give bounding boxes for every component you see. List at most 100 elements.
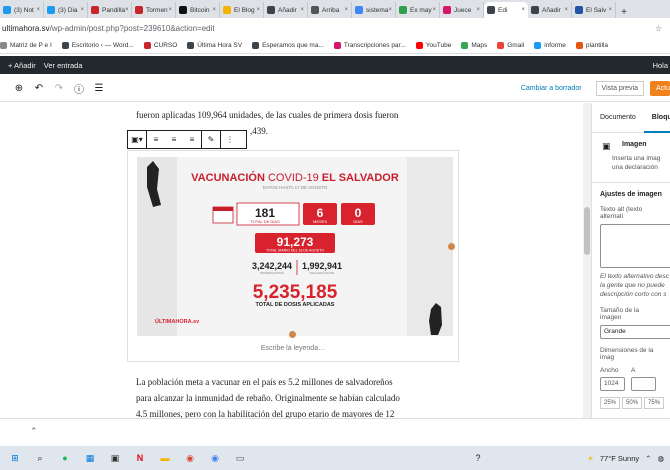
weather-text[interactable]: 77°F Sunny bbox=[600, 454, 639, 463]
browser-tab[interactable]: El Blog × bbox=[220, 2, 264, 18]
size-percent-buttons: 25% 50% 75% bbox=[592, 397, 670, 409]
percent-25-button[interactable]: 25% bbox=[600, 397, 621, 409]
folder-icon[interactable]: ▬ bbox=[155, 450, 175, 466]
browser-tab[interactable]: Edi × bbox=[484, 2, 528, 18]
tray-chevron-icon[interactable]: ⌃ bbox=[645, 454, 651, 463]
netflix-icon[interactable]: N bbox=[130, 450, 150, 466]
info-icon[interactable]: ⓘ bbox=[70, 81, 88, 96]
image-block[interactable]: VACUNACIÓN COVID-19 EL SALVADOR DATOS HA… bbox=[127, 150, 459, 362]
bookmark-label: Maps bbox=[471, 42, 488, 49]
resize-handle-bottom[interactable] bbox=[289, 331, 296, 338]
browser-tab[interactable]: Bitcoin × bbox=[176, 2, 220, 18]
scrollbar-thumb[interactable] bbox=[584, 207, 590, 255]
windows-start-icon[interactable]: ⊞ bbox=[5, 450, 25, 466]
preview-button[interactable]: Vista previa bbox=[595, 81, 644, 96]
alt-text-field[interactable] bbox=[600, 224, 670, 268]
tab-close-icon[interactable]: × bbox=[608, 7, 612, 13]
update-button[interactable]: Actu bbox=[650, 81, 670, 96]
align-left-icon[interactable]: ≡ bbox=[147, 135, 165, 144]
tab-close-icon[interactable]: × bbox=[168, 7, 172, 13]
months-label: MESES bbox=[313, 219, 327, 224]
bookmark-item[interactable]: Gmail bbox=[497, 42, 524, 49]
percent-75-button[interactable]: 75% bbox=[644, 397, 665, 409]
spotify-icon[interactable]: ● bbox=[55, 450, 75, 466]
image-block-type-icon[interactable]: ▣▾ bbox=[128, 135, 146, 144]
network-icon[interactable]: ◍ bbox=[657, 454, 664, 463]
tab-close-icon[interactable]: × bbox=[36, 7, 40, 13]
browser-tab[interactable]: Ex may × bbox=[396, 2, 440, 18]
percent-50-button[interactable]: 50% bbox=[622, 397, 643, 409]
image-size-select[interactable]: Grande bbox=[600, 325, 670, 339]
add-new-link[interactable]: + Añadir bbox=[8, 61, 36, 70]
bookmark-item[interactable]: Matriz de P e I bbox=[0, 42, 52, 49]
browser-tab[interactable]: (3) Dia × bbox=[44, 2, 88, 18]
tab-close-icon[interactable]: × bbox=[521, 7, 525, 13]
browser-tab[interactable]: El Salv × bbox=[572, 2, 616, 18]
tab-close-icon[interactable]: × bbox=[256, 7, 260, 13]
calendar-icon[interactable]: ▦ bbox=[80, 450, 100, 466]
tab-document[interactable]: Documento bbox=[592, 103, 644, 133]
editor-scrollbar[interactable] bbox=[583, 103, 591, 418]
width-input[interactable]: 1024 bbox=[600, 377, 625, 391]
bookmark-item[interactable]: plantilla bbox=[575, 42, 608, 49]
howdy-user[interactable]: Hola bbox=[653, 61, 668, 70]
tab-close-icon[interactable]: × bbox=[432, 7, 436, 13]
paragraph-2[interactable]: La población meta a vacunar en el país e… bbox=[136, 374, 456, 422]
tab-close-icon[interactable]: × bbox=[388, 7, 392, 13]
screen-capture-icon[interactable]: ▭ bbox=[230, 450, 250, 466]
browser-tab[interactable]: Añadir × bbox=[528, 2, 572, 18]
view-post-link[interactable]: Ver entrada bbox=[44, 61, 83, 70]
browser-tab[interactable]: Tormen × bbox=[132, 2, 176, 18]
tab-close-icon[interactable]: × bbox=[344, 7, 348, 13]
bookmark-item[interactable]: informe bbox=[534, 42, 566, 49]
new-tab-button[interactable]: + bbox=[616, 7, 632, 18]
tab-close-icon[interactable]: × bbox=[300, 7, 304, 13]
switch-to-draft-button[interactable]: Cambiar a borrador bbox=[521, 85, 582, 92]
browser-tab[interactable]: sistema × bbox=[352, 2, 396, 18]
image-settings-heading[interactable]: Ajustes de imagen bbox=[592, 182, 670, 198]
bookmark-item[interactable]: CURSO bbox=[143, 42, 177, 49]
wp-admin-bar: + Añadir Ver entrada Hola bbox=[0, 56, 670, 74]
undo-icon[interactable]: ↶ bbox=[30, 83, 48, 94]
browser-tab[interactable]: Arriba × bbox=[308, 2, 352, 18]
bookmark-item[interactable]: Esperamos que ma... bbox=[252, 42, 324, 49]
browser-tab[interactable]: Pandilla × bbox=[88, 2, 132, 18]
height-input[interactable] bbox=[631, 377, 656, 391]
downloads-bar: ⌃ bbox=[0, 418, 670, 444]
tab-close-icon[interactable]: × bbox=[212, 7, 216, 13]
edit-pencil-icon[interactable]: ✎ bbox=[202, 135, 220, 144]
tab-close-icon[interactable]: × bbox=[125, 7, 129, 13]
chevron-up-icon[interactable]: ⌃ bbox=[30, 426, 38, 437]
resize-handle-right[interactable] bbox=[448, 243, 455, 250]
bookmark-item[interactable]: Última Hora SV bbox=[187, 42, 242, 49]
tab-close-icon[interactable]: × bbox=[476, 7, 480, 13]
bookmark-item[interactable]: Transcripciones par... bbox=[333, 42, 406, 49]
browser-tab[interactable]: (3) Not × bbox=[0, 2, 44, 18]
tab-favicon-icon bbox=[135, 6, 143, 14]
redo-icon[interactable]: ↷ bbox=[50, 83, 68, 94]
search-icon[interactable]: ⌕ bbox=[30, 450, 50, 466]
bookmark-star-icon[interactable]: ☆ bbox=[655, 24, 662, 33]
align-center-icon[interactable]: ≡ bbox=[165, 135, 183, 144]
align-right-icon[interactable]: ≡ bbox=[183, 135, 201, 144]
add-block-icon[interactable]: ⊕ bbox=[10, 83, 28, 94]
bookmark-favicon-icon bbox=[0, 42, 7, 49]
more-options-icon[interactable]: ⋮ bbox=[221, 135, 239, 144]
store-icon[interactable]: ▣ bbox=[105, 450, 125, 466]
help-icon[interactable]: ? bbox=[468, 450, 488, 466]
first-dose-value: 3,242,244 bbox=[252, 261, 292, 271]
tab-close-icon[interactable]: × bbox=[80, 7, 84, 13]
tab-close-icon[interactable]: × bbox=[564, 7, 568, 13]
list-view-icon[interactable]: ☰ bbox=[90, 83, 108, 94]
browser-tab[interactable]: Añadir × bbox=[264, 2, 308, 18]
address-bar[interactable]: ultimahora.sv /wp-admin/post.php?post=23… bbox=[0, 18, 670, 38]
chrome-icon[interactable]: ◉ bbox=[180, 450, 200, 466]
bookmark-item[interactable]: Maps bbox=[461, 42, 487, 49]
tab-block[interactable]: Bloque bbox=[643, 103, 670, 133]
app-icon[interactable]: ◉ bbox=[205, 450, 225, 466]
bookmark-item[interactable]: Escritorio ‹ — Word... bbox=[61, 42, 134, 49]
tab-label: Pandilla bbox=[102, 6, 126, 14]
bookmark-item[interactable]: YouTube bbox=[415, 42, 451, 49]
browser-tab[interactable]: Juece × bbox=[440, 2, 484, 18]
caption-input[interactable]: Escribe la leyenda… bbox=[128, 345, 458, 352]
